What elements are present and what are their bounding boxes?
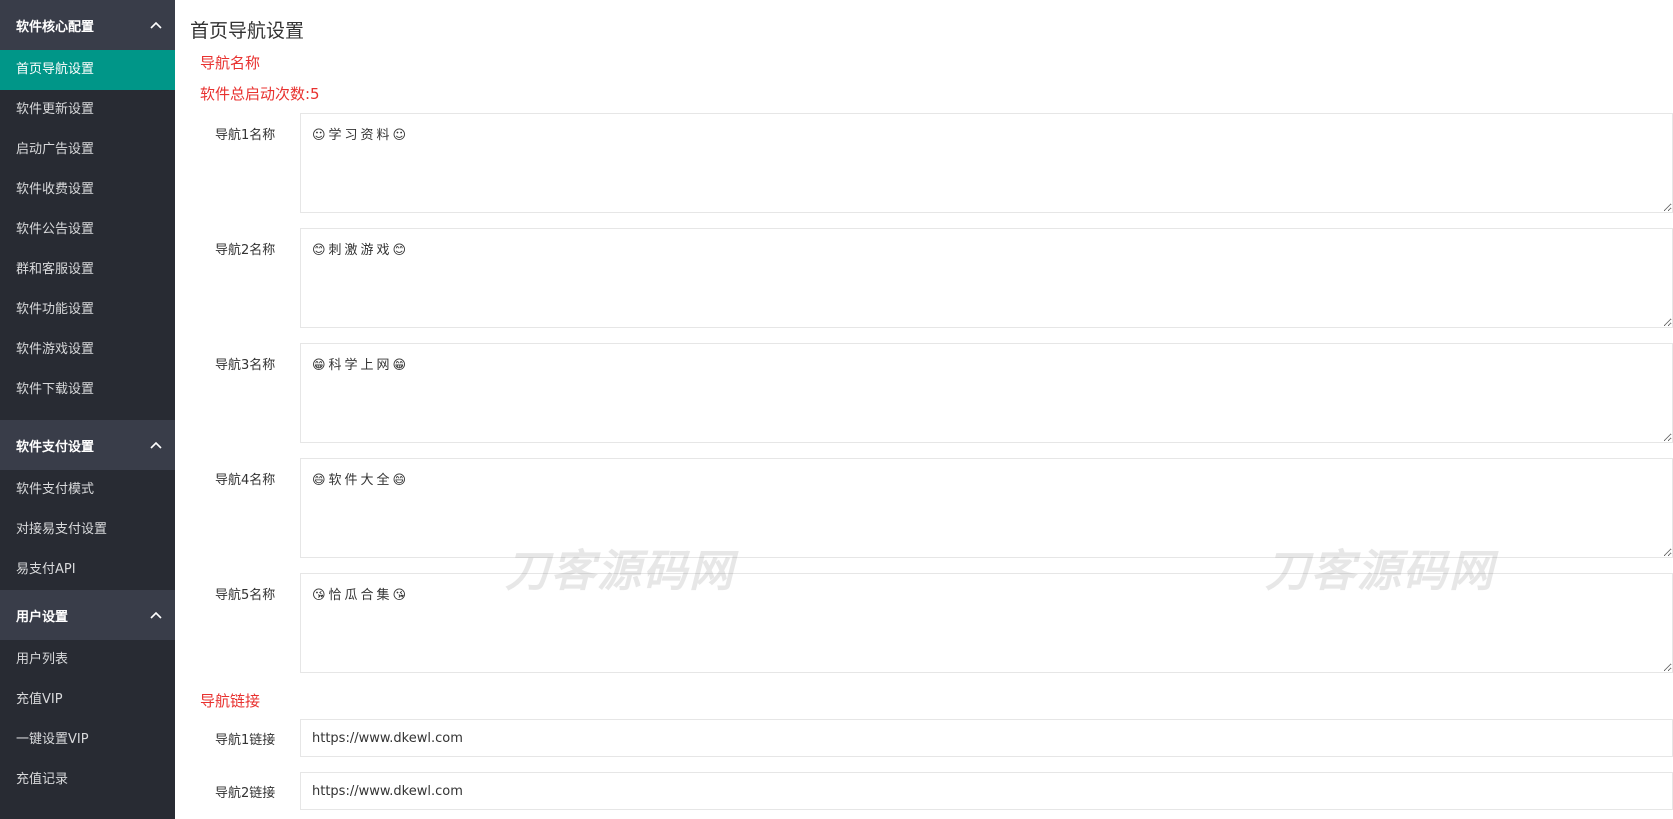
sidebar-item-games[interactable]: 软件游戏设置 <box>0 330 175 370</box>
sidebar-group-title: 用户设置 <box>16 609 69 625</box>
sidebar-item-update[interactable]: 软件更新设置 <box>0 90 175 130</box>
sidebar-item-home-nav[interactable]: 首页导航设置 <box>0 50 175 90</box>
sidebar-item-download[interactable]: 软件下载设置 <box>0 370 175 410</box>
nav3-name-label: 导航3名称 <box>215 358 276 373</box>
sidebar-item-recharge-vip[interactable]: 充值VIP <box>0 680 175 720</box>
nav-link-section-title: 导航链接 <box>200 692 261 710</box>
sidebar-group-payment[interactable]: 软件支付设置 <box>0 420 175 470</box>
sidebar-group-title: 软件支付设置 <box>16 439 95 455</box>
sidebar-group-users[interactable]: 用户设置 <box>0 590 175 640</box>
sidebar-item-epay-settings[interactable]: 对接易支付设置 <box>0 510 175 550</box>
sidebar-group-core-config[interactable]: 软件核心配置 <box>0 0 175 50</box>
sidebar-item-pay-mode[interactable]: 软件支付模式 <box>0 470 175 510</box>
sidebar-item-user-list[interactable]: 用户列表 <box>0 640 175 680</box>
app: 软件核心配置 首页导航设置 软件更新设置 启动广告设置 软件收费设置 软件公告设… <box>0 0 1673 819</box>
nav2-name-label: 导航2名称 <box>215 243 276 258</box>
sidebar-item-notice[interactable]: 软件公告设置 <box>0 210 175 250</box>
sidebar-item-group-service[interactable]: 群和客服设置 <box>0 250 175 290</box>
chevron-up-icon <box>150 21 162 29</box>
main-content: 首页导航设置 导航名称 软件总启动次数:5 导航1名称 ☺学习资料☺ 导航2名称… <box>175 0 1673 819</box>
nav2-link-input[interactable] <box>300 772 1673 810</box>
nav-name-section-title: 导航名称 <box>200 54 261 72</box>
sidebar: 软件核心配置 首页导航设置 软件更新设置 启动广告设置 软件收费设置 软件公告设… <box>0 0 175 819</box>
nav1-link-input[interactable] <box>300 719 1673 757</box>
sidebar-item-recharge-records[interactable]: 充值记录 <box>0 760 175 800</box>
chevron-up-icon <box>150 611 162 619</box>
sidebar-item-epay-api[interactable]: 易支付API <box>0 550 175 590</box>
nav1-name-label: 导航1名称 <box>215 128 276 143</box>
sidebar-group-title: 软件核心配置 <box>16 19 95 35</box>
page-title: 首页导航设置 <box>190 20 305 42</box>
nav2-link-label: 导航2链接 <box>215 786 276 801</box>
nav2-name-textarea[interactable]: 😊刺激游戏😊 <box>300 228 1673 328</box>
nav1-name-textarea[interactable]: ☺学习资料☺ <box>300 113 1673 213</box>
nav4-name-textarea[interactable]: 😄软件大全😄 <box>300 458 1673 558</box>
sidebar-item-launch-ad[interactable]: 启动广告设置 <box>0 130 175 170</box>
launch-count: 软件总启动次数:5 <box>200 85 320 103</box>
nav4-name-label: 导航4名称 <box>215 473 276 488</box>
sidebar-item-features[interactable]: 软件功能设置 <box>0 290 175 330</box>
chevron-up-icon <box>150 441 162 449</box>
nav1-link-label: 导航1链接 <box>215 733 276 748</box>
nav3-name-textarea[interactable]: 😁科学上网😁 <box>300 343 1673 443</box>
nav5-name-textarea[interactable]: 😘恰瓜合集😘 <box>300 573 1673 673</box>
nav5-name-label: 导航5名称 <box>215 588 276 603</box>
sidebar-item-one-click-vip[interactable]: 一键设置VIP <box>0 720 175 760</box>
sidebar-item-charge[interactable]: 软件收费设置 <box>0 170 175 210</box>
